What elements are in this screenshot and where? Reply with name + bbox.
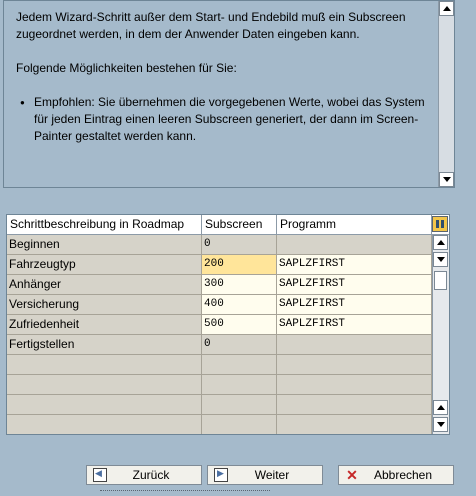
column-header-step[interactable]: Schrittbeschreibung in Roadmap xyxy=(7,215,202,235)
table-settings-icon[interactable] xyxy=(432,216,448,232)
subscreen-input[interactable]: 200 xyxy=(202,255,277,275)
empty-cell xyxy=(7,355,202,375)
program-input[interactable]: SAPLZFIRST xyxy=(277,295,432,315)
table-row: Beginnen 0 xyxy=(7,235,432,255)
subscreen-input[interactable]: 400 xyxy=(202,295,277,315)
table-row-empty xyxy=(7,375,432,395)
empty-cell xyxy=(7,395,202,415)
column-header-program[interactable]: Programm xyxy=(277,215,432,235)
focus-indicator-line xyxy=(100,490,270,492)
header-corner xyxy=(432,215,449,235)
next-button[interactable]: Weiter xyxy=(207,465,323,485)
table-row: Fertigstellen 0 xyxy=(7,335,432,355)
scroll-down-icon xyxy=(436,422,445,427)
cancel-button[interactable]: ✕ Abbrechen xyxy=(338,465,454,485)
empty-cell xyxy=(277,375,432,395)
cancel-button-label: Abbrechen xyxy=(373,468,433,482)
empty-cell xyxy=(202,355,277,375)
scroll-down-icon xyxy=(442,177,451,182)
table-row: Fahrzeugtyp 200 SAPLZFIRST xyxy=(7,255,432,275)
info-text: Jedem Wizard-Schritt außer dem Start- un… xyxy=(16,9,430,145)
info-paragraph-2: Folgende Möglichkeiten bestehen für Sie: xyxy=(16,61,237,75)
info-bullet-1: Empfohlen: Sie übernehmen die vorgegeben… xyxy=(20,94,430,145)
step-cell: Fahrzeugtyp xyxy=(7,255,202,275)
subscreen-input[interactable]: 500 xyxy=(202,315,277,335)
cancel-x-icon: ✕ xyxy=(346,467,358,483)
back-arrow-icon xyxy=(93,468,107,482)
empty-cell xyxy=(7,415,202,434)
column-header-subscreen[interactable]: Subscreen xyxy=(202,215,277,235)
subscreen-cell: 0 xyxy=(202,235,277,255)
table-row: Anhänger 300 SAPLZFIRST xyxy=(7,275,432,295)
program-cell xyxy=(277,335,432,355)
next-arrow-icon xyxy=(214,468,228,482)
scroll-down-icon xyxy=(436,257,445,262)
scroll-up-icon xyxy=(436,240,445,245)
table-scroll-up-button[interactable] xyxy=(433,235,448,250)
info-bullet-list: Empfohlen: Sie übernehmen die vorgegeben… xyxy=(16,94,430,145)
step-cell: Beginnen xyxy=(7,235,202,255)
step-cell: Zufriedenheit xyxy=(7,315,202,335)
table-row: Zufriedenheit 500 SAPLZFIRST xyxy=(7,315,432,335)
table-row: Versicherung 400 SAPLZFIRST xyxy=(7,295,432,315)
back-button[interactable]: Zurück xyxy=(86,465,202,485)
table-row-empty xyxy=(7,395,432,415)
subscreen-cell: 0 xyxy=(202,335,277,355)
step-cell: Anhänger xyxy=(7,275,202,295)
empty-cell xyxy=(277,355,432,375)
program-input[interactable]: SAPLZFIRST xyxy=(277,275,432,295)
info-scroll-up-button[interactable] xyxy=(439,1,454,16)
subscreen-table: Schrittbeschreibung in Roadmap Subscreen… xyxy=(6,214,450,435)
subscreen-input[interactable]: 300 xyxy=(202,275,277,295)
table-scrollbar[interactable] xyxy=(432,235,449,434)
table-row-empty xyxy=(7,355,432,375)
empty-cell xyxy=(277,395,432,415)
table-scroll-down-button[interactable] xyxy=(433,252,448,267)
table-page-up-button[interactable] xyxy=(433,400,448,415)
empty-cell xyxy=(202,415,277,434)
program-input[interactable]: SAPLZFIRST xyxy=(277,255,432,275)
scroll-up-icon xyxy=(436,405,445,410)
info-paragraph-1: Jedem Wizard-Schritt außer dem Start- un… xyxy=(16,10,406,41)
scroll-up-icon xyxy=(442,6,451,11)
empty-cell xyxy=(7,375,202,395)
table-page-down-button[interactable] xyxy=(433,417,448,432)
step-cell: Fertigstellen xyxy=(7,335,202,355)
next-button-label: Weiter xyxy=(254,468,290,482)
empty-cell xyxy=(277,415,432,434)
program-input[interactable]: SAPLZFIRST xyxy=(277,315,432,335)
program-cell xyxy=(277,235,432,255)
empty-cell xyxy=(202,395,277,415)
table-row-empty xyxy=(7,415,432,434)
info-panel: Jedem Wizard-Schritt außer dem Start- un… xyxy=(3,0,455,188)
info-scrollbar[interactable] xyxy=(438,1,454,187)
step-cell: Versicherung xyxy=(7,295,202,315)
back-button-label: Zurück xyxy=(132,468,170,482)
empty-cell xyxy=(202,375,277,395)
info-scroll-down-button[interactable] xyxy=(439,172,454,187)
table-scroll-thumb[interactable] xyxy=(434,271,447,290)
